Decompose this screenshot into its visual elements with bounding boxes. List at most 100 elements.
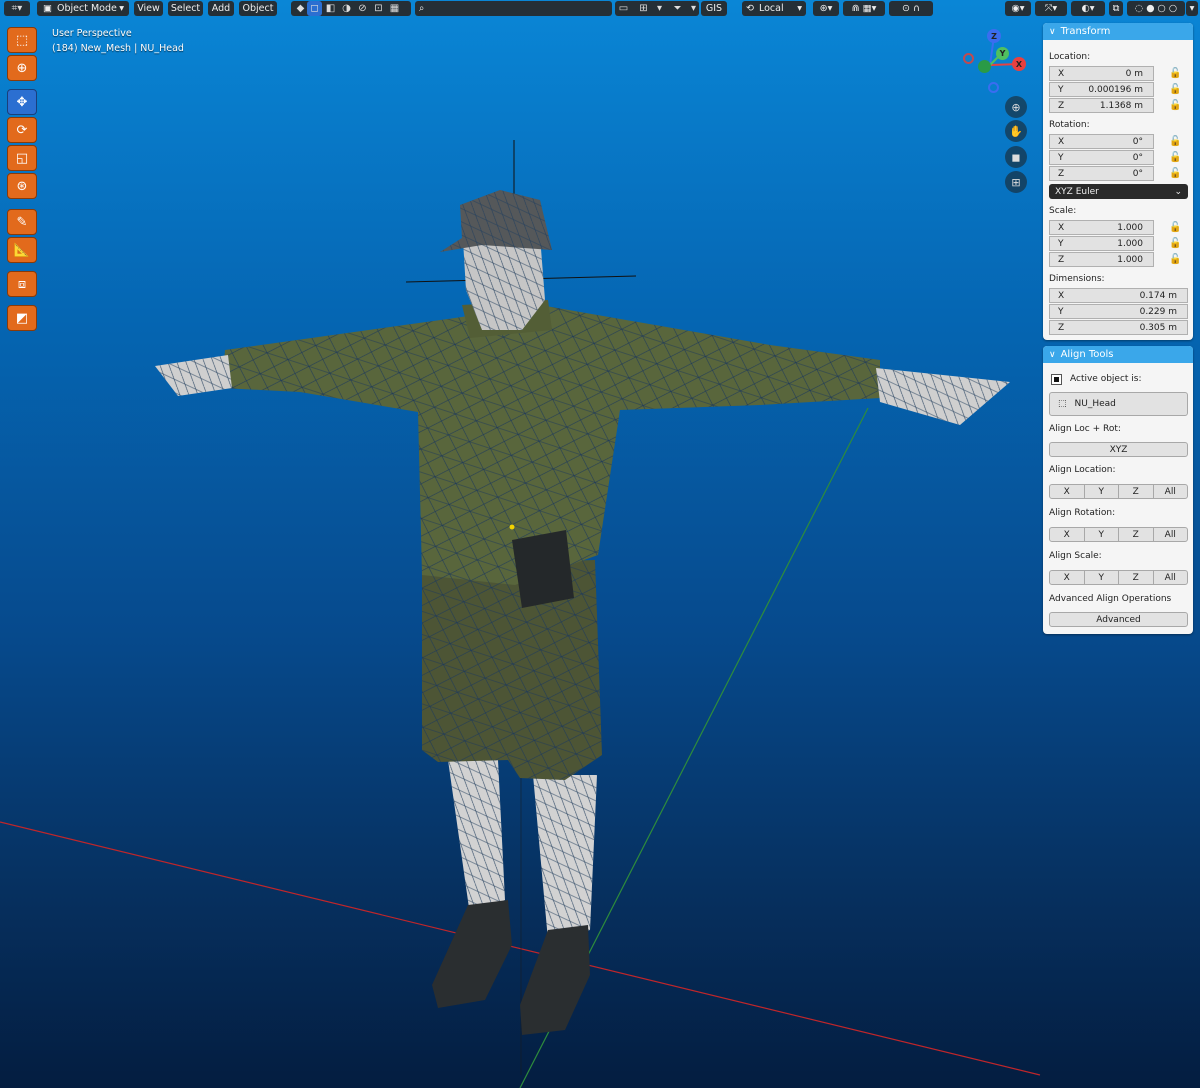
active-object-name: NU_Head	[1074, 399, 1116, 409]
axis-label: Z	[1058, 322, 1065, 333]
axis-label: Z	[1058, 100, 1065, 111]
field-value: 0.000196 m	[1088, 84, 1143, 95]
axis-label: X	[1058, 136, 1065, 147]
align-scale-label: Align Scale:	[1049, 551, 1102, 561]
align-rotation-label: Align Rotation:	[1049, 508, 1116, 518]
active-object-icon	[1051, 374, 1062, 385]
align-tools-title: Align Tools	[1060, 349, 1114, 360]
scale-z-field[interactable]: Z 1.000	[1049, 252, 1154, 267]
align-location-z-button[interactable]: Z	[1118, 484, 1154, 499]
pan-button[interactable]: ✋	[1005, 120, 1027, 142]
scale-y-field[interactable]: Y 1.000	[1049, 236, 1154, 251]
field-value: 0.229 m	[1139, 306, 1177, 317]
align-scale-z-button[interactable]: Z	[1118, 570, 1154, 585]
location-x-field[interactable]: X 0 m	[1049, 66, 1154, 81]
lock-icon[interactable]: 🔓	[1169, 168, 1181, 180]
align-scale-y-button[interactable]: Y	[1083, 570, 1119, 585]
align-scale-buttons: X Y Z All	[1049, 570, 1188, 585]
lock-icon[interactable]: 🔓	[1169, 254, 1181, 266]
align-rotation-x-button[interactable]: X	[1049, 527, 1085, 542]
axis-label: Y	[1058, 152, 1064, 163]
rotation-mode-value: XYZ Euler	[1055, 186, 1099, 197]
transform-panel: ∨ Transform Location: X 0 m Y 0.000196 m Z…	[1043, 23, 1193, 340]
active-object-label: Active object is:	[1070, 374, 1142, 384]
location-y-field[interactable]: Y 0.000196 m	[1049, 82, 1154, 97]
align-location-x-button[interactable]: X	[1049, 484, 1085, 499]
chevron-down-icon: ∨	[1049, 26, 1056, 37]
camera-icon: ◼	[1011, 150, 1021, 164]
field-value: 0°	[1132, 136, 1143, 147]
object-icon: ⬚	[1058, 399, 1067, 409]
rotation-y-field[interactable]: Y 0°	[1049, 150, 1154, 165]
rotation-label: Rotation:	[1049, 120, 1090, 130]
axis-label: Y	[1058, 238, 1064, 249]
field-value: 1.000	[1117, 222, 1143, 233]
align-rotation-y-button[interactable]: Y	[1083, 527, 1119, 542]
align-rotation-all-button[interactable]: All	[1152, 527, 1188, 542]
align-scale-x-button[interactable]: X	[1049, 570, 1085, 585]
dimensions-label: Dimensions:	[1049, 274, 1105, 284]
lock-icon[interactable]: 🔓	[1169, 152, 1181, 164]
axis-label: X	[1058, 68, 1065, 79]
align-location-y-button[interactable]: Y	[1083, 484, 1119, 499]
lock-icon[interactable]: 🔓	[1169, 136, 1181, 148]
align-rotation-z-button[interactable]: Z	[1118, 527, 1154, 542]
location-label: Location:	[1049, 52, 1091, 62]
align-rotation-buttons: X Y Z All	[1049, 527, 1188, 542]
gizmo-x-axis[interactable]: X	[1012, 57, 1026, 71]
3d-viewport[interactable]: ⌗▾ ▣ Object Mode ▾ View Select Add Objec…	[0, 0, 1200, 1088]
field-value: 0.305 m	[1139, 322, 1177, 333]
align-location-buttons: X Y Z All	[1049, 484, 1188, 499]
gizmo-neg-x-axis[interactable]	[963, 53, 974, 64]
transform-panel-header[interactable]: ∨ Transform	[1043, 23, 1193, 40]
gizmo-neg-y-axis[interactable]	[978, 60, 991, 73]
axis-label: X	[1058, 222, 1065, 233]
hand-icon: ✋	[1009, 124, 1023, 138]
transform-title: Transform	[1060, 26, 1111, 37]
chevron-down-icon: ∨	[1049, 349, 1056, 360]
align-tools-header[interactable]: ∨ Align Tools	[1043, 346, 1193, 363]
lock-icon[interactable]: 🔓	[1169, 100, 1181, 112]
rotation-z-field[interactable]: Z 0°	[1049, 166, 1154, 181]
camera-view-button[interactable]: ◼	[1005, 146, 1027, 168]
axis-label: X	[1058, 290, 1065, 301]
align-xyz-button[interactable]: XYZ	[1049, 442, 1188, 457]
axis-label: Z	[1058, 254, 1065, 265]
lock-icon[interactable]: 🔓	[1169, 68, 1181, 80]
advanced-button[interactable]: Advanced	[1049, 612, 1188, 627]
align-location-label: Align Location:	[1049, 465, 1116, 475]
field-value: 0 m	[1125, 68, 1143, 79]
grid-view-icon: ⊞	[1011, 175, 1021, 189]
align-scale-all-button[interactable]: All	[1152, 570, 1188, 585]
field-value: 0°	[1132, 168, 1143, 179]
axis-label: Z	[1058, 168, 1065, 179]
zoom-button[interactable]: ⊕	[1005, 96, 1027, 118]
advanced-align-label: Advanced Align Operations	[1049, 594, 1172, 604]
lock-icon[interactable]: 🔓	[1169, 84, 1181, 96]
field-value: 1.000	[1117, 254, 1143, 265]
chevron-down-icon: ⌄	[1174, 186, 1182, 197]
field-value: 1.1368 m	[1099, 100, 1143, 111]
lock-icon[interactable]: 🔓	[1169, 238, 1181, 250]
dimensions-x-field[interactable]: X 0.174 m	[1049, 288, 1188, 303]
lock-icon[interactable]: 🔓	[1169, 222, 1181, 234]
field-value: 0°	[1132, 152, 1143, 163]
align-location-all-button[interactable]: All	[1152, 484, 1188, 499]
rotation-x-field[interactable]: X 0°	[1049, 134, 1154, 149]
ortho-toggle-button[interactable]: ⊞	[1005, 171, 1027, 193]
align-tools-panel: ∨ Align Tools Active object is: ⬚ NU_Hea…	[1043, 346, 1193, 634]
gizmo-z-axis[interactable]: Z	[987, 29, 1001, 43]
zoom-icon: ⊕	[1011, 100, 1021, 114]
dimensions-z-field[interactable]: Z 0.305 m	[1049, 320, 1188, 335]
field-value: 1.000	[1117, 238, 1143, 249]
scale-x-field[interactable]: X 1.000	[1049, 220, 1154, 235]
dimensions-y-field[interactable]: Y 0.229 m	[1049, 304, 1188, 319]
location-z-field[interactable]: Z 1.1368 m	[1049, 98, 1154, 113]
scale-label: Scale:	[1049, 206, 1077, 216]
align-loc-rot-label: Align Loc + Rot:	[1049, 424, 1121, 434]
axis-label: Y	[1058, 84, 1064, 95]
rotation-mode-select[interactable]: XYZ Euler ⌄	[1049, 184, 1188, 199]
gizmo-y-axis[interactable]: Y	[996, 47, 1009, 60]
gizmo-neg-z-axis[interactable]	[988, 82, 999, 93]
active-object-button[interactable]: ⬚ NU_Head	[1049, 392, 1188, 416]
